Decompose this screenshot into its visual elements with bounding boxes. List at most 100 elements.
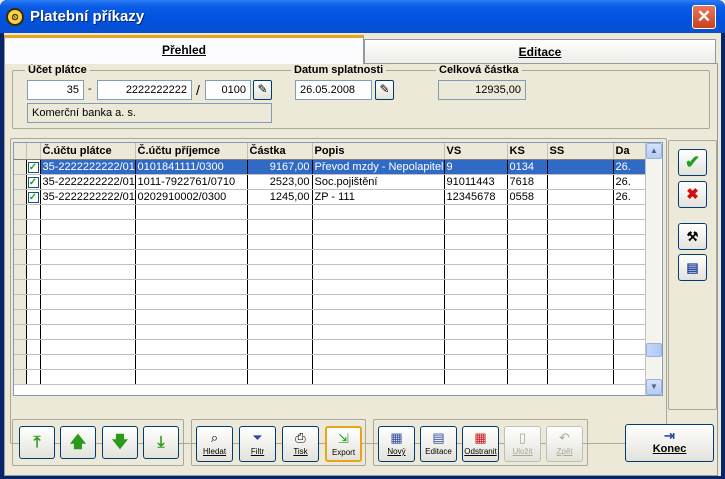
funnel-icon: ⏷ — [252, 430, 263, 445]
edit-button-label: Editace — [425, 447, 452, 456]
move-first-button[interactable]: ⤒ — [19, 426, 55, 459]
col-header-ks[interactable]: KS — [507, 143, 548, 160]
row-indicator — [14, 339, 27, 355]
empty-cell — [40, 354, 136, 370]
exit-button[interactable]: ⇥ Konec — [625, 424, 714, 462]
col-header-date[interactable]: Da — [613, 143, 647, 160]
save-button[interactable]: ▯ Uložit — [504, 426, 541, 462]
delete-button-label: Odstranit — [464, 447, 497, 456]
save-icon: ▯ — [518, 430, 527, 445]
due-date-edit-button[interactable]: ✎ — [375, 80, 394, 100]
empty-cell — [312, 219, 445, 235]
notes-button[interactable]: ▤ — [678, 254, 707, 281]
arrow-down-icon: 🡇 — [111, 434, 129, 451]
col-header-payee[interactable]: Č.účtu příjemce — [135, 143, 248, 160]
move-down-button[interactable]: 🡇 — [102, 426, 138, 459]
close-button[interactable]: ✕ — [692, 5, 716, 29]
table-row[interactable]: ✓ 35-2222222222/010 0202910002/0300 1245… — [14, 189, 647, 205]
cell-ss — [547, 159, 614, 175]
empty-cell — [247, 234, 313, 250]
empty-cell — [247, 354, 313, 370]
table-row[interactable]: ✓ 35-2222222222/010 0101841111/0300 9167… — [14, 159, 647, 175]
payer-prefix-field[interactable]: 35 — [27, 80, 84, 100]
scroll-down-button[interactable]: ▼ — [646, 379, 662, 395]
bank-code-field[interactable]: 0100 — [205, 80, 251, 100]
due-date-field[interactable]: 26.05.2008 — [295, 80, 372, 100]
cell-payer: 35-2222222222/010 — [40, 159, 136, 175]
empty-cell — [135, 264, 248, 280]
tab-editace[interactable]: Editace — [364, 39, 716, 66]
col-header-amount[interactable]: Částka — [247, 143, 313, 160]
search-button[interactable]: ⌕ Hledat — [196, 426, 233, 462]
new-button[interactable]: ▦ Nový — [378, 426, 415, 462]
export-button[interactable]: ⇲ Export — [325, 426, 362, 462]
move-up-button[interactable]: 🡅 — [60, 426, 96, 459]
undo-button[interactable]: ↶ Zpět — [546, 426, 583, 462]
payments-grid[interactable]: Č.účtu plátce Č.účtu příjemce Částka Pop… — [13, 142, 663, 396]
empty-cell — [26, 339, 41, 355]
cell-payee: 0101841111/0300 — [135, 159, 248, 175]
col-header-vs[interactable]: VS — [444, 143, 508, 160]
empty-cell — [40, 279, 136, 295]
export-icon: ⇲ — [338, 431, 349, 446]
empty-cell — [547, 324, 614, 340]
empty-cell — [135, 294, 248, 310]
payer-account-edit-button[interactable]: ✎ — [253, 80, 272, 100]
empty-cell — [247, 279, 313, 295]
edit-button[interactable]: ▤ Editace — [420, 426, 457, 462]
row-checkbox[interactable]: ✓ — [26, 174, 41, 190]
empty-cell — [40, 219, 136, 235]
empty-cell — [444, 339, 508, 355]
prehled-panel: Účet plátce Datum splatnosti Celková čás… — [4, 63, 718, 476]
exit-button-label: Konec — [652, 443, 687, 455]
col-header-payer[interactable]: Č.účtu plátce — [40, 143, 136, 160]
arrow-top-icon: ⤒ — [33, 434, 41, 451]
empty-cell — [507, 234, 548, 250]
table-row-empty — [14, 264, 647, 280]
empty-cell — [507, 204, 548, 220]
table-row-empty — [14, 279, 647, 295]
vertical-scrollbar[interactable]: ▲ ▼ — [645, 143, 662, 395]
tab-prehled[interactable]: Přehled — [4, 35, 364, 64]
col-header-ss[interactable]: SS — [547, 143, 614, 160]
empty-cell — [135, 279, 248, 295]
empty-cell — [312, 324, 445, 340]
delete-button[interactable]: ▦ Odstranit — [462, 426, 499, 462]
filter-button[interactable]: ⏷ Filtr — [239, 426, 276, 462]
empty-cell — [26, 234, 41, 250]
delete-record-icon: ▦ — [474, 430, 487, 445]
print-button[interactable]: ⎙ Tisk — [282, 426, 319, 462]
scroll-up-button[interactable]: ▲ — [646, 143, 662, 159]
empty-cell — [312, 354, 445, 370]
payer-number-field[interactable]: 2222222222 — [97, 80, 192, 100]
title-bar[interactable]: ⏲ Platební příkazy ✕ — [0, 0, 725, 33]
move-last-button[interactable]: ⤓ — [143, 426, 179, 459]
empty-cell — [247, 369, 313, 385]
record-group: ▦ Nový ▤ Editace ▦ Odstranit ▯ Uložit ↶ Zpět — [373, 419, 588, 466]
tools-button[interactable]: ⚒ — [678, 223, 707, 250]
cell-ss — [547, 189, 614, 205]
col-header-desc[interactable]: Popis — [312, 143, 445, 160]
save-button-label: Uložit — [512, 447, 533, 456]
empty-cell — [135, 339, 248, 355]
row-checkbox[interactable]: ✓ — [26, 159, 41, 175]
accept-button[interactable]: ✔ — [678, 149, 707, 176]
exit-icon: ⇥ — [664, 428, 675, 443]
table-row-empty — [14, 309, 647, 325]
cancel-button[interactable]: ✖ — [678, 181, 707, 208]
empty-cell — [40, 309, 136, 325]
empty-cell — [507, 294, 548, 310]
table-row[interactable]: ✓ 35-2222222222/010 1011-7922761/0710 25… — [14, 174, 647, 190]
empty-cell — [613, 219, 647, 235]
empty-cell — [613, 204, 647, 220]
scroll-thumb[interactable] — [646, 343, 662, 357]
row-checkbox[interactable]: ✓ — [26, 189, 41, 205]
row-indicator — [14, 189, 27, 205]
empty-cell — [547, 204, 614, 220]
empty-cell — [26, 204, 41, 220]
checkmark-icon: ✔ — [684, 152, 701, 172]
client-area: Přehled Editace Účet plátce Datum splatn… — [4, 33, 721, 476]
empty-cell — [312, 249, 445, 265]
empty-cell — [26, 249, 41, 265]
empty-cell — [26, 324, 41, 340]
